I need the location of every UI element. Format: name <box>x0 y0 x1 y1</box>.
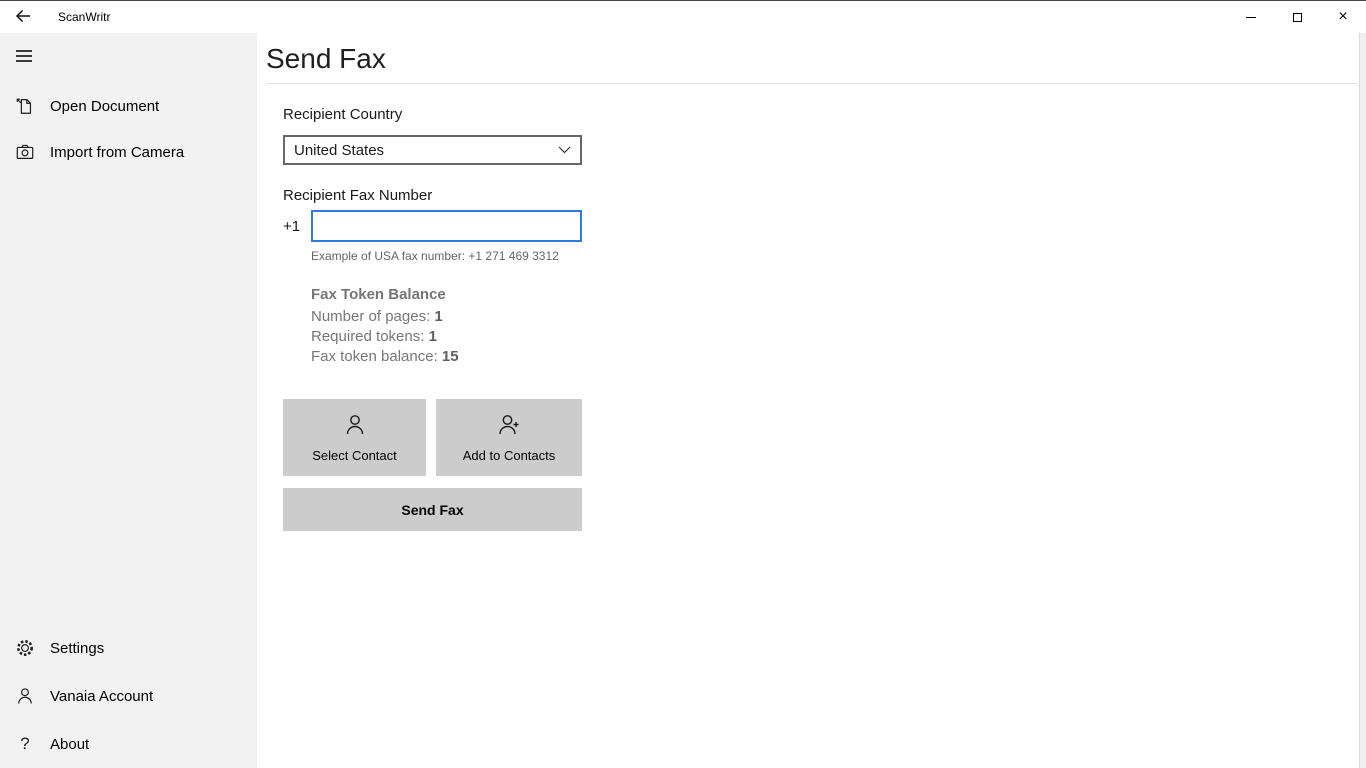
balance-line: Fax token balance: 15 <box>311 348 459 365</box>
minimize-icon <box>1246 16 1256 18</box>
fax-prefix: +1 <box>283 217 301 235</box>
recipient-country-dropdown[interactable]: United States <box>283 135 582 165</box>
sidebar-item-label: Vanaia Account <box>50 687 154 705</box>
tokens-line: Required tokens: 1 <box>311 328 437 345</box>
app-title: ScanWritr <box>58 10 111 24</box>
minimize-button[interactable] <box>1228 2 1274 33</box>
add-to-contacts-button[interactable]: Add to Contacts <box>436 399 582 476</box>
add-to-contacts-label: Add to Contacts <box>462 448 556 463</box>
pages-line: Number of pages: 1 <box>311 308 443 325</box>
sidebar-top-group: Open Document Import from Camera <box>0 83 257 175</box>
sidebar-bottom-group: Settings Vanaia Account ? About <box>0 624 257 768</box>
sidebar-item-open-document[interactable]: Open Document <box>0 83 257 129</box>
sidebar-item-settings[interactable]: Settings <box>0 624 257 672</box>
sidebar-item-label: About <box>50 735 90 753</box>
recipient-country-label: Recipient Country <box>283 106 403 123</box>
send-fax-form: Recipient Country United States Recipien… <box>266 84 596 531</box>
tokens-value: 1 <box>428 328 437 345</box>
close-button[interactable]: × <box>1320 2 1366 33</box>
gear-icon <box>14 637 36 659</box>
send-fax-button[interactable]: Send Fax <box>283 488 582 531</box>
scrollbar[interactable] <box>1359 33 1366 768</box>
balance-value: 15 <box>441 348 459 365</box>
person-icon <box>14 685 36 707</box>
recipient-fax-label: Recipient Fax Number <box>283 187 433 204</box>
pages-value: 1 <box>434 308 443 325</box>
select-contact-button[interactable]: Select Contact <box>283 399 426 476</box>
sidebar-item-label: Settings <box>50 639 105 657</box>
contact-buttons-row: Select Contact Add to Contacts <box>283 399 596 476</box>
app-body: Open Document Import from Camera Setting… <box>0 33 1366 768</box>
hamburger-menu-button[interactable] <box>0 33 48 81</box>
close-icon: × <box>1338 8 1348 25</box>
fax-number-input[interactable] <box>311 210 582 242</box>
back-arrow-icon <box>15 8 31 27</box>
hamburger-icon <box>14 46 34 69</box>
maximize-button[interactable] <box>1274 2 1320 33</box>
token-balance-block: Fax Token Balance Number of pages: 1 Req… <box>311 285 596 367</box>
select-contact-label: Select Contact <box>312 448 397 463</box>
window-controls: × <box>1228 2 1366 33</box>
fax-example-text: Example of USA fax number: +1 271 469 33… <box>311 249 559 263</box>
back-button[interactable] <box>0 2 46 33</box>
camera-icon <box>14 141 36 163</box>
person-icon <box>342 412 368 441</box>
titlebar: ScanWritr × <box>0 1 1366 33</box>
fax-number-row: +1 <box>283 210 596 242</box>
page-title: Send Fax <box>266 43 386 74</box>
chevron-down-icon <box>558 146 571 154</box>
main-content: Send Fax Recipient Country United States… <box>257 33 1366 768</box>
app-window: ScanWritr × Open Document Import from Ca… <box>0 0 1366 768</box>
sidebar-item-label: Import from Camera <box>50 143 185 161</box>
open-document-icon <box>14 95 36 117</box>
recipient-country-value: United States <box>294 141 385 159</box>
sidebar-item-import-from-camera[interactable]: Import from Camera <box>0 129 257 175</box>
question-icon: ? <box>20 734 30 753</box>
sidebar-item-vanaia-account[interactable]: Vanaia Account <box>0 672 257 720</box>
token-balance-heading: Fax Token Balance <box>311 286 446 303</box>
sidebar-item-label: Open Document <box>50 97 160 115</box>
sidebar-item-about[interactable]: ? About <box>0 720 257 768</box>
sidebar: Open Document Import from Camera Setting… <box>0 33 257 768</box>
person-add-icon <box>496 412 522 441</box>
maximize-icon <box>1292 12 1302 22</box>
